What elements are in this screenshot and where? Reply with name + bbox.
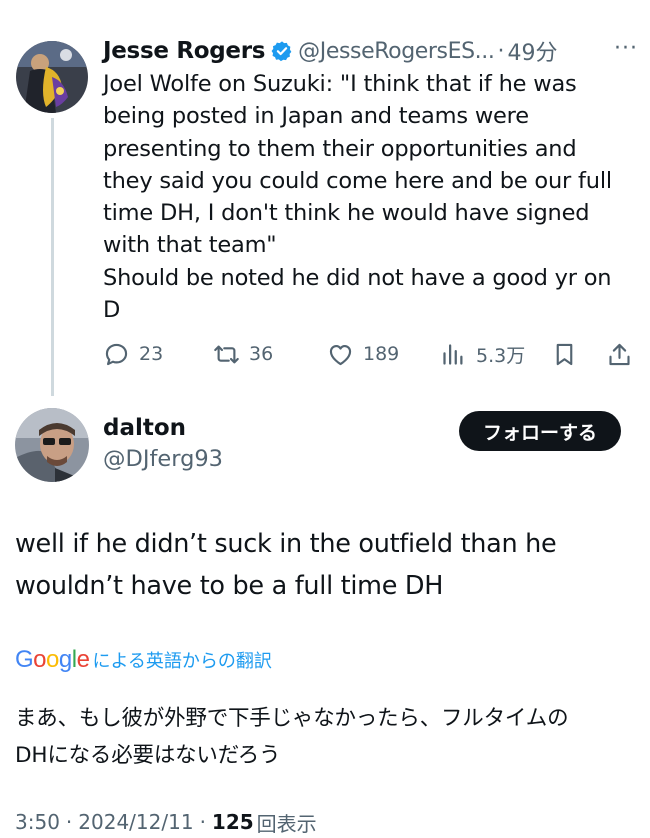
reply-author-name[interactable]: dalton bbox=[103, 415, 186, 441]
tweet-meta: 3:50 · 2024/12/11 · 125 回表示 bbox=[15, 806, 317, 838]
avatar-image bbox=[16, 41, 88, 113]
post-date[interactable]: 2024/12/11 bbox=[78, 810, 193, 834]
translated-text: まあ、もし彼が外野で下手じゃなかったら、フルタイムの DHになる必要はないだろう bbox=[15, 700, 635, 774]
tweet-text-line: Should be noted he did not have a good y… bbox=[103, 264, 612, 291]
translated-text-line: DHになる必要はないだろう bbox=[15, 743, 281, 768]
more-options-icon[interactable]: ··· bbox=[614, 36, 638, 61]
thread-line bbox=[51, 118, 54, 396]
google-logo-letter: G bbox=[15, 646, 34, 673]
tweet-header: Jesse Rogers @JesseRogersES... · 49分 ··· bbox=[103, 34, 638, 68]
avatar[interactable] bbox=[16, 41, 88, 113]
tweet-text-line: they said you could come here and be our… bbox=[103, 167, 612, 194]
like-button[interactable]: 189 bbox=[327, 336, 399, 372]
tweet-actions: 23 36 189 5.3万 bbox=[103, 336, 633, 372]
post-time[interactable]: 3:50 bbox=[15, 810, 60, 834]
repost-count: 36 bbox=[249, 343, 274, 365]
meta-separator: · bbox=[199, 810, 206, 834]
tweet-text: Joel Wolfe on Suzuki: "I think that if h… bbox=[103, 68, 643, 326]
reply-button[interactable]: 23 bbox=[103, 336, 163, 372]
view-count: 125 bbox=[211, 810, 254, 834]
reply-text-line: well if he didn’t suck in the outfield t… bbox=[15, 529, 557, 559]
author-handle[interactable]: @JesseRogersES... bbox=[298, 39, 495, 64]
like-icon bbox=[329, 344, 352, 365]
google-logo: Google bbox=[15, 646, 90, 674]
tweet-text-line: D bbox=[103, 297, 121, 324]
reply-avatar[interactable] bbox=[15, 408, 89, 482]
share-button[interactable] bbox=[606, 336, 633, 372]
reply-author-handle[interactable]: @DJferg93 bbox=[103, 446, 223, 472]
repost-button[interactable]: 36 bbox=[213, 336, 273, 372]
translation-label[interactable]: による英語からの翻訳 bbox=[92, 647, 271, 673]
tweet-time[interactable]: 49分 bbox=[507, 35, 557, 67]
tweet-text-line: Joel Wolfe on Suzuki: "I think that if h… bbox=[103, 71, 577, 97]
google-logo-letter: o bbox=[33, 646, 47, 673]
tweet-text-line: presenting to them their opportunities a… bbox=[103, 135, 577, 162]
view-count-label: 回表示 bbox=[256, 811, 317, 836]
separator-dot: · bbox=[497, 38, 505, 64]
bookmark-icon bbox=[556, 343, 573, 365]
views-count: 5.3万 bbox=[476, 344, 526, 367]
repost-icon bbox=[214, 345, 239, 363]
bookmark-button[interactable] bbox=[551, 336, 578, 372]
meta-separator: · bbox=[65, 810, 73, 834]
translated-text-line: まあ、もし彼が外野で下手じゃなかったら、フルタイムの bbox=[15, 706, 569, 731]
google-logo-letter: o bbox=[46, 646, 59, 673]
reply-text: well if he didn’t suck in the outfield t… bbox=[15, 523, 635, 607]
like-count: 189 bbox=[363, 343, 400, 365]
share-icon bbox=[609, 343, 630, 365]
tweet-text-line: with that team" bbox=[103, 232, 277, 259]
reply-avatar-image bbox=[15, 408, 89, 482]
views-icon bbox=[443, 343, 463, 365]
verified-badge-icon bbox=[271, 41, 292, 62]
reply-icon bbox=[105, 343, 128, 365]
tweet-text-line: time DH, I don't think he would have sig… bbox=[103, 200, 590, 227]
reply-count: 23 bbox=[139, 343, 164, 365]
google-logo-letter: e bbox=[76, 646, 90, 673]
google-logo-letter: g bbox=[58, 646, 72, 673]
author-name[interactable]: Jesse Rogers bbox=[103, 38, 265, 64]
follow-button[interactable]: フォローする bbox=[459, 411, 621, 451]
reply-text-line: wouldn’t have to be a full time DH bbox=[15, 571, 444, 601]
views-button[interactable]: 5.3万 bbox=[440, 336, 525, 372]
translation-attribution[interactable]: Google による英語からの翻訳 bbox=[15, 645, 272, 675]
tweet-text-line: being posted in Japan and teams were bbox=[103, 103, 529, 130]
